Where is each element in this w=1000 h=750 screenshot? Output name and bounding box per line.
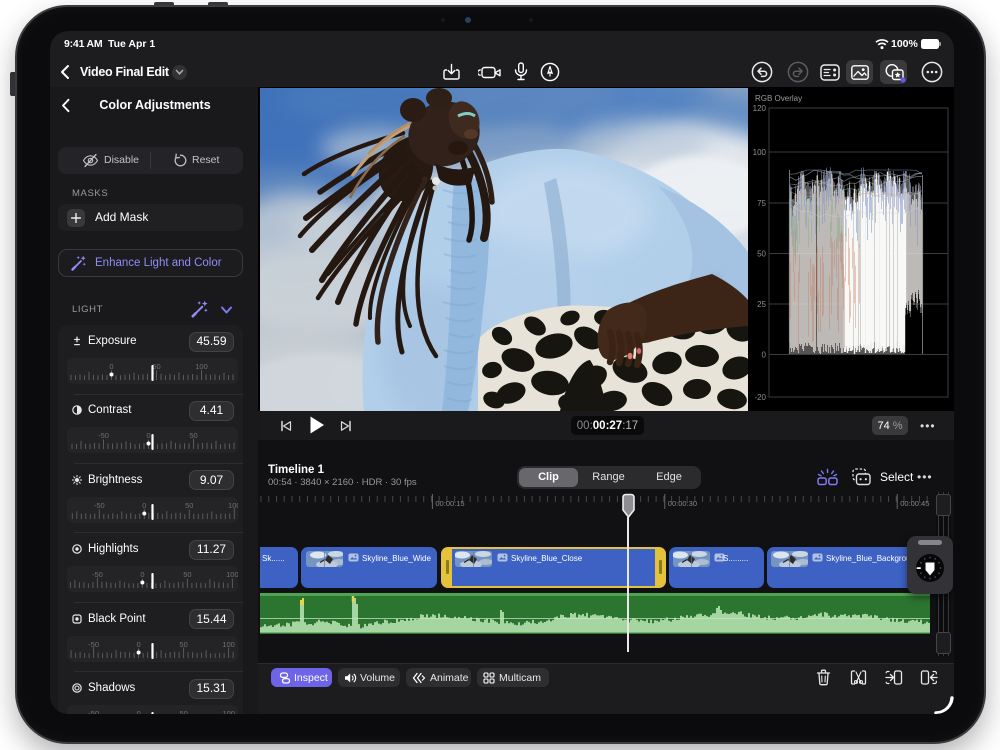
svg-text:00:00:45: 00:00:45 [900, 499, 929, 508]
svg-text:00:00:30: 00:00:30 [668, 499, 697, 508]
svg-text:00:00:15: 00:00:15 [435, 499, 464, 508]
